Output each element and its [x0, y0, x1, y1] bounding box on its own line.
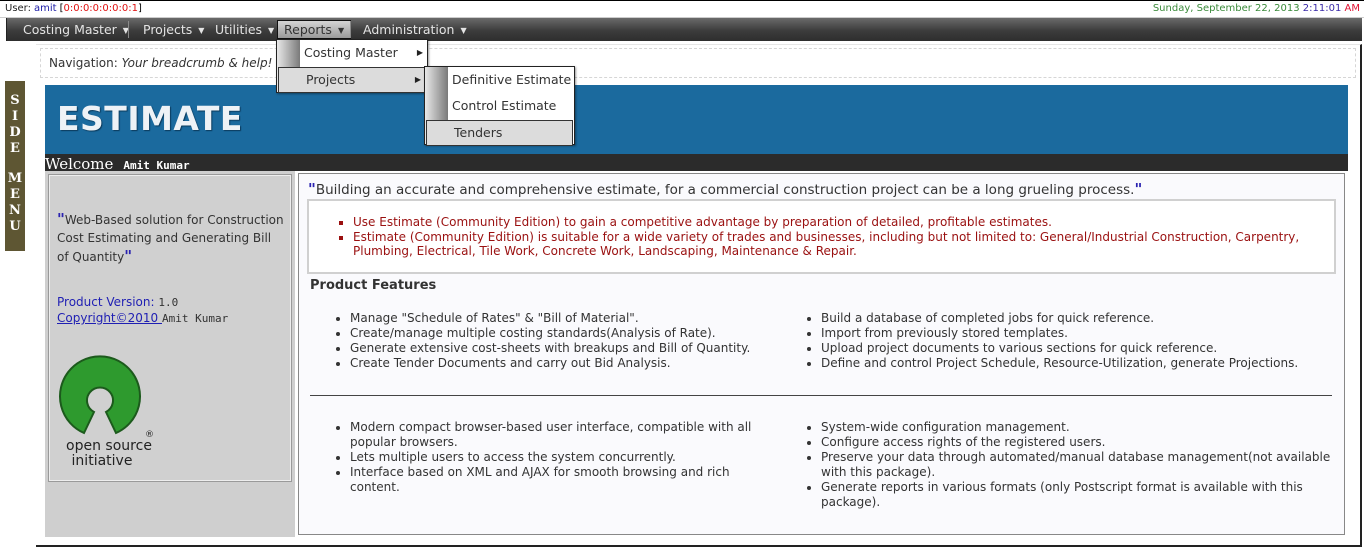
highlight-item: Use Estimate (Community Edition) to gain…: [353, 215, 1314, 230]
side-letter: E: [10, 187, 20, 202]
reports-menu-projects[interactable]: Projects ▶: [278, 67, 426, 93]
date-text: Sunday, September 22, 2013: [1152, 3, 1300, 14]
side-menu-toggle[interactable]: S I D E M E N U: [5, 81, 27, 251]
feature-item: Build a database of completed jobs for q…: [821, 311, 1331, 326]
submenu-tenders[interactable]: Tenders: [426, 120, 573, 146]
menu-item-label: Costing Master: [304, 45, 398, 60]
side-letter: U: [9, 219, 21, 234]
menu-label: Administration: [363, 22, 455, 37]
caret-down-icon: ▼: [198, 26, 205, 35]
ip-address: [0:0:0:0:0:0:0:1]: [60, 3, 142, 14]
ip-bracket-close: ]: [137, 3, 142, 14]
feature-item: Interface based on XML and AJAX for smoo…: [350, 465, 760, 495]
breadcrumb-text: Your breadcrumb & help!: [121, 56, 273, 70]
menu-label: Costing Master: [23, 22, 117, 37]
side-letter: E: [10, 141, 20, 156]
osi-text-2: initiative: [72, 453, 133, 469]
side-letter: N: [9, 203, 21, 218]
feature-item: System-wide configuration management.: [821, 420, 1331, 435]
osi-text-1: open source: [66, 438, 152, 454]
menu-costing-master[interactable]: Costing Master ▼: [17, 20, 135, 39]
feature-item: Import from previously stored templates.: [821, 326, 1331, 341]
caret-down-icon: ▼: [268, 26, 275, 35]
copyright-author: Amit Kumar: [162, 312, 229, 325]
open-source-initiative-logo: open source initiative ®: [59, 355, 154, 469]
highlight-item: Estimate (Community Edition) is suitable…: [353, 230, 1314, 259]
osi-keyhole-icon: [59, 355, 141, 435]
caret-down-icon: ▼: [460, 26, 467, 35]
ampm-text: AM: [1344, 3, 1360, 14]
menu-separator: [128, 21, 129, 38]
feature-item: Manage "Schedule of Rates" & "Bill of Ma…: [350, 311, 790, 326]
menu-item-label: Tenders: [454, 125, 503, 140]
copyright: Copyright©2010 Amit Kumar: [57, 311, 228, 325]
feature-item: Modern compact browser-based user interf…: [350, 420, 760, 450]
section-divider: [310, 395, 1332, 396]
intro-quote: "Building an accurate and comprehensive …: [308, 180, 1142, 198]
user-name: amit: [34, 3, 57, 14]
menu-separator: [350, 21, 351, 38]
menu-item-label: Definitive Estimate: [452, 72, 572, 87]
menu-item-label: Control Estimate: [452, 98, 557, 113]
menu-label: Reports: [284, 22, 332, 37]
feature-item: Preserve your data through automated/man…: [821, 450, 1331, 480]
ip-value: 0:0:0:0:0:0:0:1: [63, 3, 138, 14]
submenu-definitive-estimate[interactable]: Definitive Estimate: [425, 67, 574, 93]
feature-item: Configure access rights of the registere…: [821, 435, 1331, 450]
highlight-box: Use Estimate (Community Edition) to gain…: [307, 199, 1336, 274]
caret-down-icon: ▼: [337, 26, 345, 35]
quote-close: ": [1134, 180, 1143, 198]
quote-close: ": [124, 247, 133, 265]
feature-item: Create/manage multiple costing standards…: [350, 326, 790, 341]
quote-open: ": [308, 180, 316, 198]
welcome-bar: Welcome Amit Kumar: [45, 154, 1348, 173]
submenu-arrow-icon: ▶: [416, 48, 423, 57]
submenu-arrow-icon: ▶: [414, 75, 421, 84]
feature-list-1: Manage "Schedule of Rates" & "Bill of Ma…: [350, 311, 790, 371]
menu-item-label: Projects: [306, 72, 356, 87]
submenu-control-estimate[interactable]: Control Estimate: [425, 93, 574, 119]
app-banner: ESTIMATE: [45, 85, 1348, 154]
menu-label: Utilities: [215, 22, 263, 37]
copyright-link[interactable]: Copyright©2010: [57, 311, 162, 325]
user-info-bar: User: amit [0:0:0:0:0:0:0:1] Sunday, Septe…: [0, 0, 1364, 18]
side-letter: S: [10, 93, 20, 108]
version-label: Product Version:: [57, 295, 155, 309]
side-letter: M: [7, 171, 23, 186]
feature-item: Lets multiple users to access the system…: [350, 450, 760, 465]
menu-utilities[interactable]: Utilities ▼: [209, 20, 280, 39]
feature-list-3: Modern compact browser-based user interf…: [350, 420, 760, 495]
features-title: Product Features: [310, 278, 437, 293]
feature-item: Upload project documents to various sect…: [821, 341, 1331, 356]
reports-menu-costing-master[interactable]: Costing Master ▶: [277, 40, 427, 66]
tagline-text: Web-Based solution for Construction Cost…: [57, 213, 284, 264]
quote-text: Building an accurate and comprehensive e…: [315, 182, 1135, 198]
feature-item: Generate extensive cost-sheets with brea…: [350, 341, 790, 356]
feature-item: Generate reports in various formats (onl…: [821, 480, 1331, 510]
app-title: ESTIMATE: [57, 99, 243, 138]
feature-list-2: Build a database of completed jobs for q…: [821, 311, 1331, 371]
menu-reports[interactable]: Reports ▼: [277, 20, 352, 39]
main-menubar: Costing Master ▼ Projects ▼ Utilities ▼ Rep…: [6, 18, 1362, 41]
datetime: Sunday, September 22, 2013 2:11:01 AM: [1153, 1, 1360, 17]
feature-item: Create Tender Documents and carry out Bi…: [350, 356, 790, 371]
menu-administration[interactable]: Administration ▼: [357, 20, 473, 39]
projects-submenu: Definitive Estimate Control Estimate Ten…: [424, 66, 575, 146]
product-tagline: "Web-Based solution for Construction Cos…: [57, 210, 285, 266]
menu-projects[interactable]: Projects ▼: [137, 20, 210, 39]
menu-label: Projects: [143, 22, 193, 37]
registered-mark: ®: [145, 430, 154, 440]
feature-list-4: System-wide configuration management. Co…: [821, 420, 1331, 510]
version-value: 1.0: [158, 296, 179, 309]
feature-item: Define and control Project Schedule, Res…: [821, 356, 1331, 371]
time-text: 2:11:01: [1302, 3, 1342, 14]
product-version: Product Version: 1.0: [57, 295, 178, 309]
side-letter: D: [9, 125, 21, 140]
user-label: User:: [5, 3, 31, 14]
breadcrumb: Navigation: Your breadcrumb & help!: [40, 48, 1356, 78]
quote-open: ": [57, 210, 65, 228]
breadcrumb-label: Navigation:: [49, 56, 118, 70]
reports-dropdown: Costing Master ▶ Projects ▶: [276, 39, 428, 93]
side-letter: I: [11, 109, 19, 124]
